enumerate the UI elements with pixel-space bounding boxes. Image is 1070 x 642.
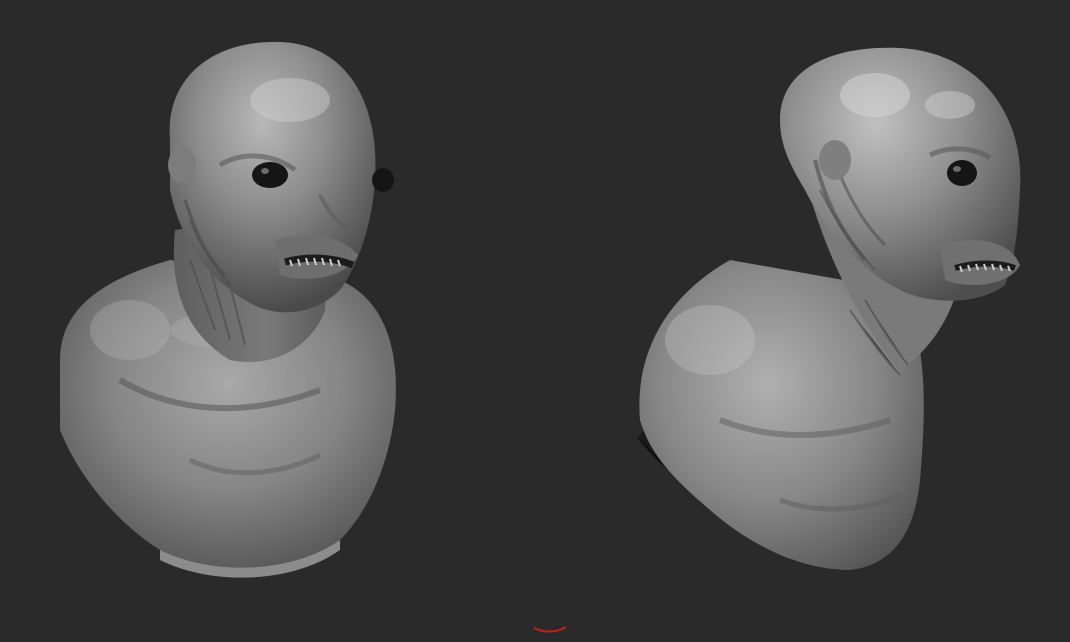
eye-right: [372, 168, 394, 192]
floor-axis-marker: [533, 626, 567, 633]
eye-left: [252, 162, 288, 188]
alien-bust-model-left[interactable]: [40, 30, 420, 590]
eye: [947, 160, 977, 186]
3d-viewport-canvas[interactable]: [0, 0, 1070, 642]
alien-bust-model-right[interactable]: [630, 40, 1050, 590]
